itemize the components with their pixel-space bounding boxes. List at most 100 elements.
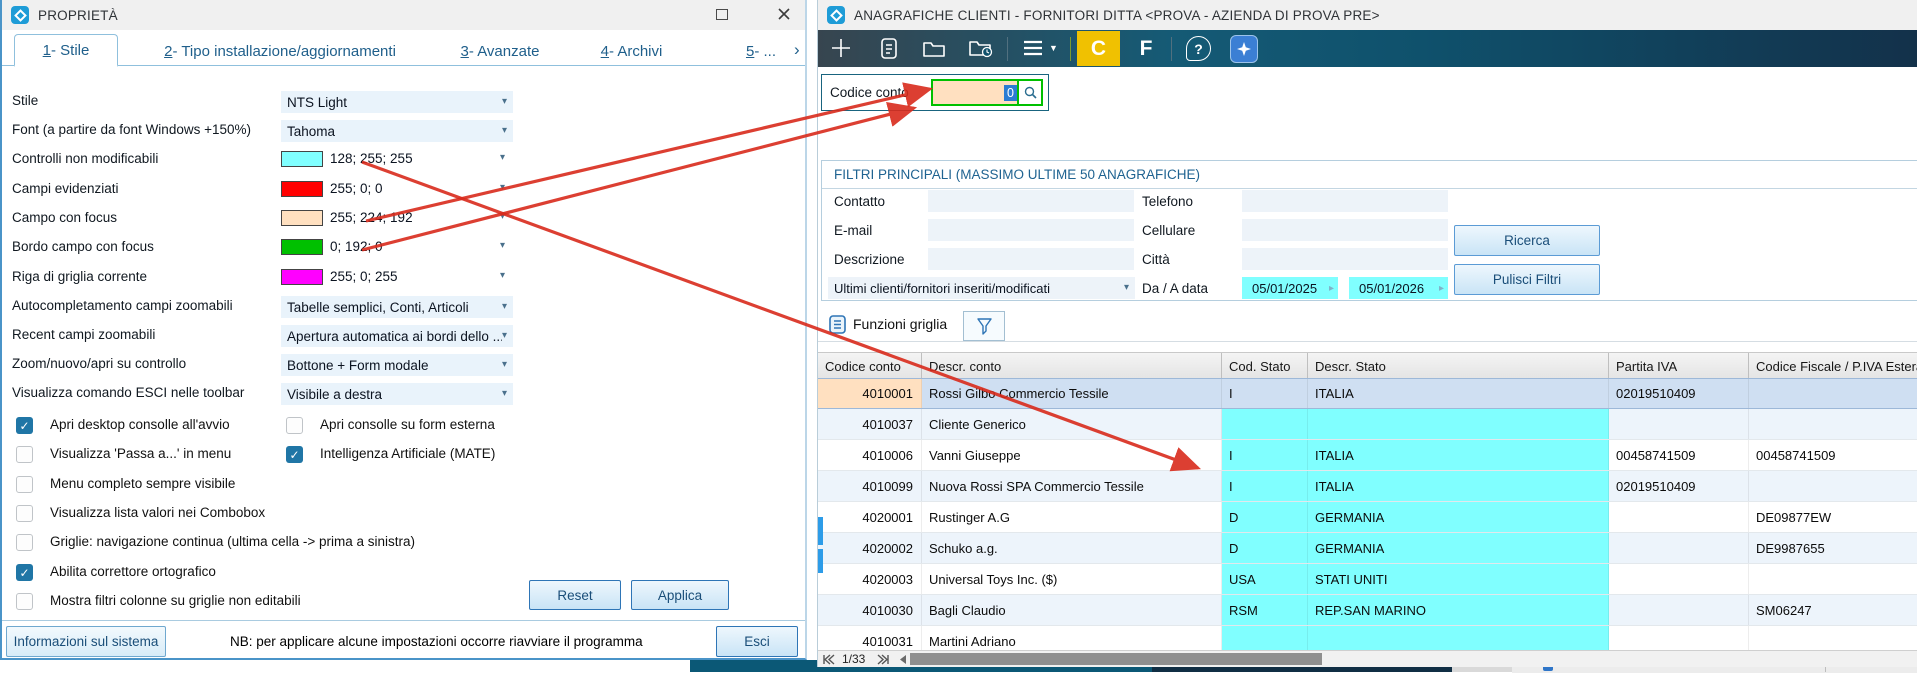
clienti-toggle-button[interactable]: C xyxy=(1077,31,1120,66)
telefono-input[interactable] xyxy=(1242,190,1448,212)
checkbox[interactable]: ✓ xyxy=(286,446,303,463)
setting-value-dropdown[interactable]: Tabelle semplici, Conti, Articoli▾ xyxy=(281,296,513,318)
table-row[interactable]: 4010031Martini Adriano xyxy=(818,626,1917,650)
grid-column-header[interactable]: Descr. Stato xyxy=(1308,353,1609,379)
esci-button[interactable]: Esci xyxy=(716,626,798,657)
tab-archivi[interactable]: 4 - Archivi xyxy=(574,36,689,66)
table-row[interactable]: 4010006Vanni GiuseppeIITALIA004587415090… xyxy=(818,440,1917,471)
grid-column-header[interactable]: Cod. Stato xyxy=(1222,353,1308,379)
table-row[interactable]: 4020001Rustinger A.GDGERMANIADE09877EW xyxy=(818,502,1917,533)
grid-cell: 4020001 xyxy=(818,502,922,532)
table-row[interactable]: 4020002Schuko a.g.DGERMANIADE9987655 xyxy=(818,533,1917,564)
folder-recent-icon[interactable] xyxy=(968,38,994,59)
anagrafiche-grid: Codice contoDescr. contoCod. StatoDescr.… xyxy=(818,352,1917,650)
table-row[interactable]: 4020003Universal Toys Inc. ($)USASTATI U… xyxy=(818,564,1917,595)
close-button[interactable] xyxy=(774,4,794,24)
checkbox-label: Apri desktop consolle all'avvio xyxy=(50,417,230,432)
checkbox[interactable]: ✓ xyxy=(16,417,33,434)
grid-vscrollbar-thumb[interactable] xyxy=(818,517,823,545)
new-plus-icon[interactable] xyxy=(829,36,853,60)
tab-stile[interactable]: 1 - Stile xyxy=(14,34,118,67)
document-icon[interactable] xyxy=(878,37,900,60)
grid-column-header[interactable]: Codice Fiscale / P.IVA Estera xyxy=(1749,353,1917,379)
cellulare-label: Cellulare xyxy=(1142,223,1195,238)
checkbox-label: Intelligenza Artificiale (MATE) xyxy=(320,446,495,461)
grid-cell: Martini Adriano xyxy=(922,626,1222,650)
checkbox[interactable] xyxy=(16,505,33,522)
reset-button[interactable]: Reset xyxy=(529,580,621,610)
checkbox[interactable] xyxy=(16,446,33,463)
applica-button[interactable]: Applica xyxy=(631,580,729,610)
help-icon[interactable]: ? xyxy=(1186,36,1211,61)
ai-assistant-icon[interactable] xyxy=(1230,35,1258,63)
filter-funnel-button[interactable] xyxy=(963,311,1005,341)
informazioni-sistema-button[interactable]: Informazioni sul sistema xyxy=(6,626,166,657)
zoom-lookup-button[interactable] xyxy=(1017,81,1041,104)
chevron-down-icon[interactable]: ▾ xyxy=(500,152,505,163)
checkbox[interactable] xyxy=(16,534,33,551)
table-row[interactable]: 4010037Cliente Generico xyxy=(818,409,1917,440)
grid-cell: Universal Toys Inc. ($) xyxy=(922,564,1222,594)
grid-column-header[interactable]: Partita IVA xyxy=(1609,353,1749,379)
tab-scroll-arrow[interactable]: › xyxy=(794,40,800,60)
checkbox[interactable] xyxy=(16,476,33,493)
setting-label: Campi evidenziati xyxy=(12,181,119,196)
chevron-down-icon[interactable]: ▾ xyxy=(500,211,505,222)
color-swatch xyxy=(281,239,323,255)
setting-label: Stile xyxy=(12,93,38,108)
funzioni-griglia-label[interactable]: Funzioni griglia xyxy=(853,316,947,332)
setting-value-dropdown[interactable]: NTS Light▾ xyxy=(281,91,513,113)
grid-cell: USA xyxy=(1222,564,1308,594)
setting-value-dropdown[interactable]: Bottone + Form modale▾ xyxy=(281,354,513,376)
first-page-button[interactable] xyxy=(822,654,836,665)
checkbox[interactable] xyxy=(16,593,33,610)
menu-hamburger-icon[interactable]: ▼ xyxy=(1022,39,1058,57)
table-row[interactable]: 4010099Nuova Rossi SPA Commercio Tessile… xyxy=(818,471,1917,502)
proprieta-titlebar[interactable]: PROPRIETÀ xyxy=(2,0,805,30)
chevron-down-icon[interactable]: ▾ xyxy=(500,270,505,281)
grid-cell xyxy=(1222,409,1308,439)
setting-value-dropdown[interactable]: Apertura automatica ai bordi dello ...▾ xyxy=(281,325,513,347)
table-row[interactable]: 4010030Bagli ClaudioRSMREP.SAN MARINOSM0… xyxy=(818,595,1917,626)
checkbox[interactable]: ✓ xyxy=(16,564,33,581)
color-value: 255; 224; 192 xyxy=(330,210,413,225)
date-from-value: 05/01/2025 xyxy=(1252,281,1317,296)
last-page-button[interactable] xyxy=(876,654,890,665)
tab-[interactable]: 5 - ... xyxy=(733,36,789,66)
app-logo-icon xyxy=(11,6,29,24)
cellulare-input[interactable] xyxy=(1242,219,1448,241)
chevron-down-icon: ▾ xyxy=(502,97,507,107)
tab-tipoinstallazioneaggiornamenti[interactable]: 2 - Tipo installazione/aggiornamenti xyxy=(136,36,424,66)
setting-value-dropdown[interactable]: Visibile a destra▾ xyxy=(281,383,513,405)
chevron-down-icon[interactable]: ▾ xyxy=(500,240,505,251)
pulisci-filtri-button[interactable]: Pulisci Filtri xyxy=(1454,264,1600,295)
checkbox-label: Mostra filtri colonne su griglie non edi… xyxy=(50,593,301,608)
anagrafiche-titlebar[interactable]: ANAGRAFICHE CLIENTI - FORNITORI DITTA <P… xyxy=(818,0,1917,30)
data-a-field[interactable]: 05/01/2026 ▸ xyxy=(1349,277,1448,299)
fornitori-toggle-button[interactable]: F xyxy=(1131,33,1161,64)
grid-column-header[interactable]: Codice conto xyxy=(818,353,922,379)
grid-vscrollbar-thumb[interactable] xyxy=(818,549,823,573)
codice-conto-input[interactable]: 0 xyxy=(931,79,1043,106)
hscrollbar-thumb[interactable] xyxy=(910,653,1322,665)
folder-open-icon[interactable] xyxy=(922,39,946,58)
descrizione-input[interactable] xyxy=(928,248,1134,270)
grid-cell: ITALIA xyxy=(1308,379,1609,408)
checkbox[interactable] xyxy=(286,417,303,434)
grid-cell: I xyxy=(1222,379,1308,408)
chevron-down-icon[interactable]: ▾ xyxy=(500,182,505,193)
ricerca-button[interactable]: Ricerca xyxy=(1454,225,1600,256)
maximize-button[interactable] xyxy=(716,9,728,20)
table-row[interactable]: 4010001Rossi Gilbo Commercio TessileIITA… xyxy=(818,378,1917,409)
grid-column-header[interactable]: Descr. conto xyxy=(922,353,1222,379)
checkbox-label: Griglie: navigazione continua (ultima ce… xyxy=(50,534,415,549)
email-input[interactable] xyxy=(928,219,1134,241)
color-swatch xyxy=(281,151,323,167)
data-da-field[interactable]: 05/01/2025 ▸ xyxy=(1242,277,1338,299)
setting-value-dropdown[interactable]: Tahoma▾ xyxy=(281,120,513,142)
scroll-left-button[interactable] xyxy=(898,654,907,665)
citta-input[interactable] xyxy=(1242,248,1448,270)
tab-avanzate[interactable]: 3 - Avanzate xyxy=(445,36,555,66)
ultimi-clienti-dropdown[interactable]: Ultimi clienti/fornitori inseriti/modifi… xyxy=(828,277,1135,299)
contatto-input[interactable] xyxy=(928,190,1134,212)
